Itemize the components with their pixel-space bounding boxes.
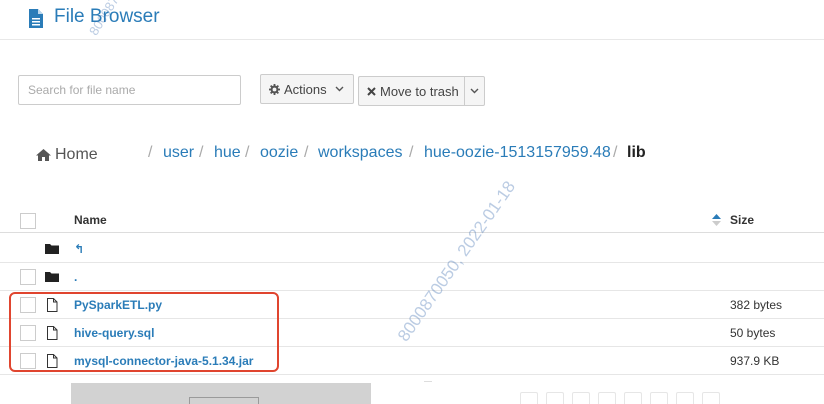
- pagination-controls: [520, 392, 720, 404]
- breadcrumb-current: lib: [627, 144, 646, 161]
- table-row[interactable]: .: [0, 263, 824, 291]
- caret-down-icon: [470, 88, 479, 94]
- divider: [424, 381, 432, 382]
- pager-button[interactable]: [598, 392, 616, 404]
- column-size-label: Size: [730, 213, 755, 227]
- pager-button[interactable]: [546, 392, 564, 404]
- home-icon: [36, 149, 51, 161]
- pager-button[interactable]: [650, 392, 668, 404]
- breadcrumb-home-label: Home: [55, 146, 98, 163]
- breadcrumb-item-workspaces[interactable]: workspaces: [318, 144, 402, 162]
- move-to-trash-button[interactable]: Move to trash: [358, 76, 464, 106]
- breadcrumb-separator: /: [304, 144, 309, 161]
- row-name-parent[interactable]: ↰: [74, 242, 84, 256]
- breadcrumb-item-oozie[interactable]: oozie: [260, 144, 298, 162]
- pager-button[interactable]: [572, 392, 590, 404]
- mini-frame: [189, 397, 259, 404]
- times-icon: [367, 86, 376, 96]
- search-input[interactable]: [18, 75, 241, 105]
- pager-button[interactable]: [702, 392, 720, 404]
- select-all-checkbox[interactable]: [20, 213, 36, 229]
- row-checkbox[interactable]: [20, 269, 36, 285]
- gear-icon: [269, 83, 280, 95]
- breadcrumb-item-workspace[interactable]: hue-oozie-1513157959.48: [424, 144, 611, 162]
- app-header: File Browser: [0, 0, 824, 40]
- page-title: File Browser: [54, 6, 160, 27]
- column-size[interactable]: Size: [712, 213, 754, 227]
- breadcrumb-separator: /: [409, 144, 414, 161]
- table-header: Name Size: [0, 205, 824, 233]
- pager-button[interactable]: [676, 392, 694, 404]
- breadcrumb-home[interactable]: Home: [36, 146, 98, 164]
- breadcrumb-separator: /: [199, 144, 204, 161]
- row-size: 937.9 KB: [730, 354, 780, 368]
- pager-button[interactable]: [520, 392, 538, 404]
- pager-button[interactable]: [624, 392, 642, 404]
- move-to-trash-label: Move to trash: [380, 83, 459, 99]
- bottom-panel: [71, 383, 371, 404]
- actions-label: Actions: [284, 81, 327, 97]
- trash-options-toggle[interactable]: [464, 76, 485, 106]
- breadcrumb-separator: /: [613, 144, 618, 161]
- highlight-annotation: [9, 292, 279, 372]
- breadcrumb-item-hue[interactable]: hue: [214, 144, 241, 162]
- row-size: 50 bytes: [730, 326, 776, 340]
- folder-icon: [45, 272, 59, 282]
- folder-icon: [45, 244, 59, 254]
- breadcrumb: Home / user / hue / oozie / workspaces /…: [0, 144, 824, 166]
- caret-down-icon: [335, 86, 344, 92]
- row-name-current-dir[interactable]: .: [74, 270, 77, 284]
- file-icon: [29, 9, 43, 28]
- breadcrumb-separator: /: [245, 144, 250, 161]
- breadcrumb-item-user[interactable]: user: [163, 144, 194, 162]
- sort-up-icon: [712, 214, 721, 226]
- actions-button[interactable]: Actions: [260, 74, 354, 104]
- breadcrumb-separator: /: [148, 144, 153, 161]
- row-size: 382 bytes: [730, 298, 783, 312]
- column-name[interactable]: Name: [74, 213, 107, 227]
- table-row[interactable]: ↰: [0, 235, 824, 263]
